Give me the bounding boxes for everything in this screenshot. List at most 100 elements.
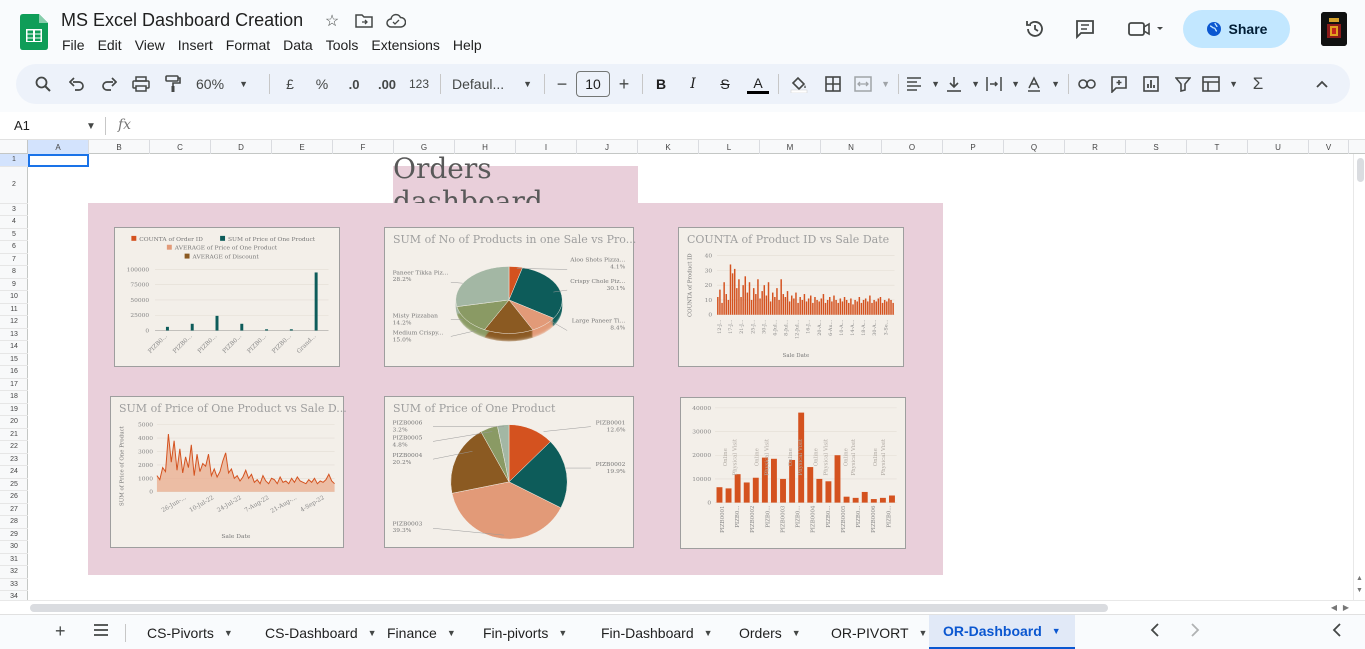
- chevron-down-icon[interactable]: ▼: [704, 628, 713, 638]
- row-header[interactable]: 3: [0, 204, 28, 216]
- scroll-right-arrow-icon[interactable]: ▶: [1343, 603, 1349, 612]
- formula-input[interactable]: [145, 116, 1345, 136]
- column-header[interactable]: F: [333, 140, 394, 154]
- horizontal-align-icon[interactable]: ▼: [906, 72, 940, 96]
- row-header[interactable]: 2: [0, 167, 28, 204]
- row-header[interactable]: 33: [0, 579, 28, 591]
- sheet-tab[interactable]: OR-Dashboard ▼: [929, 615, 1075, 649]
- menu-edit[interactable]: Edit: [98, 37, 129, 53]
- vertical-align-icon[interactable]: ▼: [946, 72, 980, 96]
- menu-tools[interactable]: Tools: [326, 37, 366, 53]
- meet-video-icon[interactable]: [1127, 17, 1167, 41]
- share-button[interactable]: Share: [1183, 10, 1290, 48]
- italic-button[interactable]: I: [684, 72, 702, 96]
- column-header[interactable]: O: [882, 140, 943, 154]
- cloud-saved-icon[interactable]: [386, 11, 406, 31]
- column-header[interactable]: U: [1248, 140, 1309, 154]
- menu-insert[interactable]: Insert: [178, 37, 220, 53]
- row-header[interactable]: 27: [0, 504, 28, 516]
- vertical-scrollbar-thumb[interactable]: [1357, 158, 1364, 182]
- row-header[interactable]: 8: [0, 266, 28, 279]
- sheet-tab[interactable]: Fin-pivorts ▼: [469, 615, 581, 649]
- column-header[interactable]: D: [211, 140, 272, 154]
- column-header[interactable]: R: [1065, 140, 1126, 154]
- row-header[interactable]: 29: [0, 529, 28, 541]
- row-header[interactable]: 9: [0, 279, 28, 291]
- font-family-select[interactable]: Defaul... ▼: [452, 72, 532, 96]
- row-header[interactable]: 10: [0, 291, 28, 304]
- row-header[interactable]: 1: [0, 154, 28, 167]
- row-header[interactable]: 16: [0, 366, 28, 379]
- row-header[interactable]: 30: [0, 541, 28, 554]
- menu-file[interactable]: File: [62, 37, 92, 53]
- chevron-down-icon[interactable]: ▼: [224, 628, 233, 638]
- version-history-icon[interactable]: [1023, 17, 1047, 41]
- row-header[interactable]: 32: [0, 566, 28, 579]
- horizontal-scrollbar[interactable]: ◀ ▶: [0, 600, 1365, 614]
- row-header[interactable]: 18: [0, 391, 28, 404]
- chevron-down-icon[interactable]: ▼: [1052, 626, 1061, 636]
- sheet-tab[interactable]: Finance ▼: [373, 615, 470, 649]
- row-header[interactable]: 28: [0, 516, 28, 529]
- row-header[interactable]: 31: [0, 554, 28, 566]
- scroll-left-arrow-icon[interactable]: ◀: [1331, 603, 1337, 612]
- row-header[interactable]: 5: [0, 229, 28, 241]
- row-header[interactable]: 24: [0, 466, 28, 479]
- increase-font-size-button[interactable]: +: [616, 72, 632, 96]
- decrease-font-size-button[interactable]: −: [554, 72, 570, 96]
- bold-button[interactable]: B: [652, 72, 670, 96]
- row-header[interactable]: 6: [0, 241, 28, 254]
- row-header[interactable]: 14: [0, 341, 28, 354]
- row-header[interactable]: 21: [0, 429, 28, 441]
- menu-help[interactable]: Help: [453, 37, 489, 53]
- filter-views-icon[interactable]: ▼: [1202, 72, 1238, 96]
- text-color-button[interactable]: A: [746, 72, 770, 96]
- row-header[interactable]: 11: [0, 304, 28, 316]
- insert-chart-icon[interactable]: [1140, 72, 1162, 96]
- column-header[interactable]: A: [28, 140, 89, 154]
- sheet-tab[interactable]: CS-Dashboard ▼: [251, 615, 391, 649]
- selected-cell[interactable]: [28, 154, 89, 167]
- redo-icon[interactable]: [98, 72, 120, 96]
- dashboard-title[interactable]: Orders dashboard: [393, 152, 638, 218]
- row-header[interactable]: 22: [0, 441, 28, 454]
- column-header[interactable]: S: [1126, 140, 1187, 154]
- row-header[interactable]: 26: [0, 491, 28, 504]
- borders-icon[interactable]: [822, 72, 844, 96]
- column-header[interactable]: B: [89, 140, 150, 154]
- name-box[interactable]: A1: [14, 118, 30, 133]
- percent-format-button[interactable]: %: [312, 72, 332, 96]
- row-header[interactable]: 17: [0, 379, 28, 391]
- column-header[interactable]: M: [760, 140, 821, 154]
- scroll-up-arrow-icon[interactable]: ▲: [1356, 575, 1363, 582]
- row-header[interactable]: 20: [0, 416, 28, 429]
- move-folder-icon[interactable]: [354, 11, 374, 31]
- undo-icon[interactable]: [66, 72, 88, 96]
- column-header[interactable]: N: [821, 140, 882, 154]
- fill-color-icon[interactable]: [788, 72, 810, 96]
- row-header[interactable]: 25: [0, 479, 28, 491]
- vertical-scrollbar[interactable]: ▲ ▼: [1353, 154, 1365, 600]
- sheets-logo-icon[interactable]: [20, 14, 48, 50]
- menu-extensions[interactable]: Extensions: [371, 37, 446, 53]
- column-header[interactable]: Q: [1004, 140, 1065, 154]
- text-rotation-icon[interactable]: ▼: [1026, 72, 1060, 96]
- next-sheet-arrow-icon[interactable]: [1190, 623, 1200, 642]
- text-wrapping-icon[interactable]: ▼: [986, 72, 1020, 96]
- comments-icon[interactable]: [1073, 17, 1097, 41]
- chart-products-pie[interactable]: SUM of No of Products in one Sale vs Pro…: [384, 227, 636, 367]
- scroll-down-arrow-icon[interactable]: ▼: [1356, 587, 1363, 594]
- column-header[interactable]: L: [699, 140, 760, 154]
- collapse-sidebar-arrow-icon[interactable]: [1332, 623, 1342, 642]
- row-header[interactable]: 15: [0, 354, 28, 366]
- decrease-decimal-button[interactable]: .0: [342, 72, 366, 96]
- avatar[interactable]: [1321, 12, 1347, 46]
- row-header[interactable]: 4: [0, 216, 28, 229]
- add-sheet-icon[interactable]: +: [55, 621, 66, 642]
- select-all-corner[interactable]: [0, 140, 28, 154]
- all-sheets-icon[interactable]: [93, 623, 109, 642]
- increase-decimal-button[interactable]: .00: [374, 72, 400, 96]
- currency-format-button[interactable]: £: [280, 72, 300, 96]
- menu-data[interactable]: Data: [283, 37, 320, 53]
- column-header[interactable]: T: [1187, 140, 1248, 154]
